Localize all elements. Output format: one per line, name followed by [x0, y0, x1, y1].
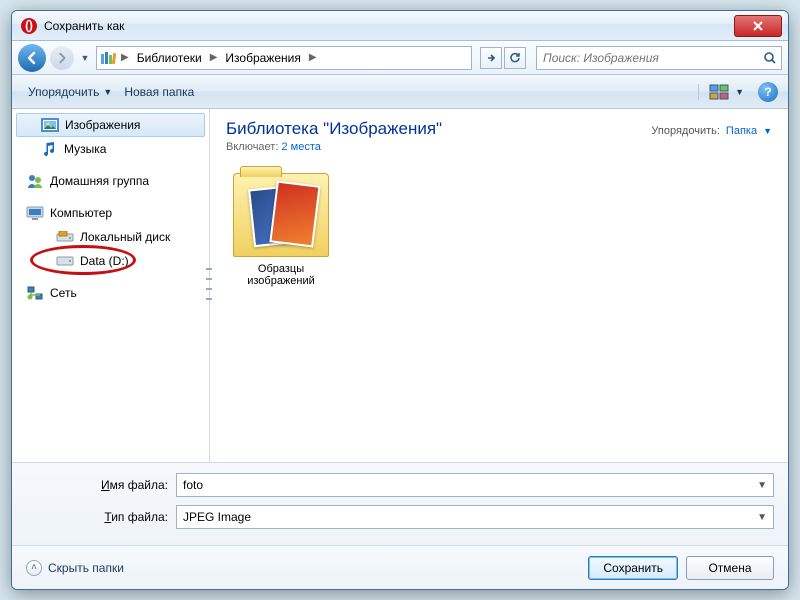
- filetype-select[interactable]: JPEG Image ▼: [176, 505, 774, 529]
- opera-icon: [20, 17, 38, 35]
- filename-input[interactable]: foto ▼: [176, 473, 774, 497]
- organize-button[interactable]: Упорядочить ▼: [22, 81, 118, 103]
- tree-label: Изображения: [65, 118, 140, 132]
- includes-link[interactable]: 2 места: [281, 141, 320, 153]
- tree-item-homegroup[interactable]: Домашняя группа: [12, 169, 209, 193]
- chevron-down-icon[interactable]: ▼: [757, 480, 767, 491]
- tree-label: Сеть: [50, 286, 77, 300]
- items-view[interactable]: Образцыизображений: [210, 159, 788, 462]
- chevron-down-icon: ▼: [735, 87, 744, 97]
- network-icon: [26, 285, 44, 301]
- drive-icon: [56, 253, 74, 269]
- library-header: Библиотека "Изображения" Включает: 2 мес…: [210, 109, 788, 159]
- tree-item-pictures[interactable]: Изображения: [16, 113, 205, 137]
- nav-bar: ▼ ▶ Библиотеки ▶ Изображения ▶: [12, 41, 788, 75]
- filetype-label: Тип файла:: [26, 510, 176, 524]
- nav-tree: Изображения Музыка Домашняя группа Компь…: [12, 109, 210, 462]
- pictures-icon: [41, 117, 59, 133]
- arrange-by[interactable]: Упорядочить: Папка ▼: [651, 119, 772, 137]
- search-icon[interactable]: [759, 51, 781, 65]
- chevron-down-icon: ▼: [103, 87, 112, 97]
- breadcrumb-pictures[interactable]: Изображения: [219, 47, 306, 69]
- chevron-right-icon[interactable]: ▶: [208, 52, 220, 63]
- thumbnails-icon: [709, 84, 731, 100]
- music-icon: [40, 141, 58, 157]
- go-button[interactable]: [480, 47, 502, 69]
- nav-forward-button[interactable]: [50, 46, 74, 70]
- resizer-grip-icon: [206, 264, 214, 304]
- cancel-button[interactable]: Отмена: [686, 556, 774, 580]
- window-title: Сохранить как: [44, 19, 734, 33]
- library-title: Библиотека "Изображения": [226, 119, 651, 139]
- tree-item-local-disk[interactable]: Локальный диск: [12, 225, 209, 249]
- nav-back-button[interactable]: [18, 44, 46, 72]
- folder-label: Образцыизображений: [226, 263, 336, 287]
- tree-label: Компьютер: [50, 206, 112, 220]
- tree-item-data-d[interactable]: Data (D:): [12, 249, 209, 273]
- tree-label: Data (D:): [80, 254, 129, 268]
- save-button[interactable]: Сохранить: [588, 556, 678, 580]
- chevron-right-icon[interactable]: ▶: [119, 52, 131, 63]
- tree-item-computer[interactable]: Компьютер: [12, 201, 209, 225]
- fields-panel: Имя файла: foto ▼ Тип файла: JPEG Image …: [12, 462, 788, 545]
- close-button[interactable]: [734, 15, 782, 37]
- hide-folders-button[interactable]: ˄ Скрыть папки: [26, 560, 124, 576]
- content-pane: Библиотека "Изображения" Включает: 2 мес…: [210, 109, 788, 462]
- chevron-up-icon: ˄: [26, 560, 42, 576]
- computer-icon: [26, 205, 44, 221]
- tree-item-music[interactable]: Музыка: [12, 137, 209, 161]
- chevron-down-icon: ▼: [763, 126, 772, 136]
- folder-sample-pictures[interactable]: Образцыизображений: [226, 173, 336, 287]
- titlebar[interactable]: Сохранить как: [12, 11, 788, 41]
- tree-label: Музыка: [64, 142, 106, 156]
- view-options-button[interactable]: ▼: [698, 84, 744, 100]
- refresh-button[interactable]: [504, 47, 526, 69]
- filename-label: Имя файла:: [26, 478, 176, 492]
- new-folder-button[interactable]: Новая папка: [118, 81, 200, 103]
- chevron-down-icon[interactable]: ▼: [757, 512, 767, 523]
- toolbar: Упорядочить ▼ Новая папка ▼ ?: [12, 75, 788, 109]
- search-input[interactable]: [537, 51, 759, 65]
- search-box[interactable]: [536, 46, 782, 70]
- save-as-dialog: Сохранить как ▼ ▶ Библиотеки ▶ Изображен…: [11, 10, 789, 590]
- folder-icon: [233, 173, 329, 257]
- tree-label: Домашняя группа: [50, 174, 149, 188]
- tree-item-network[interactable]: Сеть: [12, 281, 209, 305]
- drive-icon: [56, 229, 74, 245]
- footer: ˄ Скрыть папки Сохранить Отмена: [12, 545, 788, 589]
- breadcrumb-libraries[interactable]: Библиотеки: [131, 47, 208, 69]
- help-button[interactable]: ?: [758, 82, 778, 102]
- includes-label: Включает:: [226, 141, 278, 153]
- libraries-icon: [97, 51, 119, 65]
- nav-history-dropdown[interactable]: ▼: [78, 44, 92, 72]
- tree-label: Локальный диск: [80, 230, 170, 244]
- address-bar[interactable]: ▶ Библиотеки ▶ Изображения ▶: [96, 46, 472, 70]
- homegroup-icon: [26, 173, 44, 189]
- chevron-right-icon[interactable]: ▶: [307, 52, 319, 63]
